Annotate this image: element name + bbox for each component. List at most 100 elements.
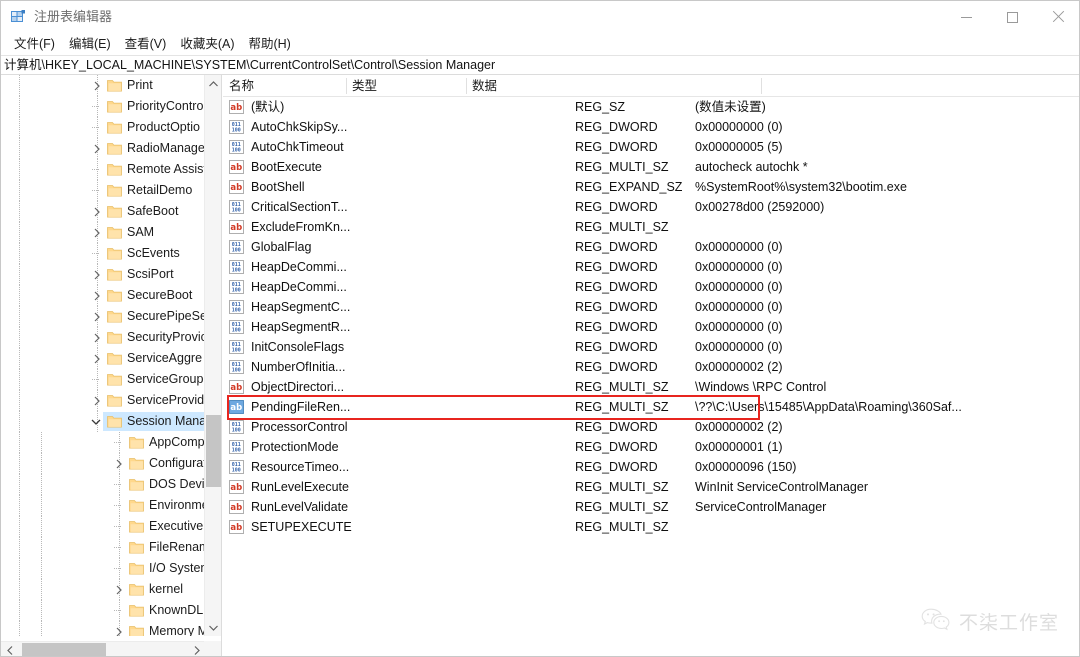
tree-item-retaildemo[interactable]: RetailDemo [1,180,205,201]
value-row[interactable]: 011 100 GlobalFlag REG_DWORD 0x00000000 (0) [223,237,1079,257]
tree-item-label: Executive [149,519,204,533]
value-row[interactable]: 011 100 ProtectionMode REG_DWORD 0x00000001 … [223,437,1079,457]
tree-expander-collapsed-icon[interactable] [89,306,105,327]
scroll-left-icon[interactable] [1,642,18,656]
value-row[interactable]: 011 100 InitConsoleFlags REG_DWORD 0x0000000… [223,337,1079,357]
value-name: HeapSegmentC... [251,300,351,314]
value-type: REG_DWORD [575,420,658,434]
tree-expander-collapsed-icon[interactable] [89,138,105,159]
column-divider-1[interactable] [346,78,347,94]
value-row[interactable]: ab (默认) REG_SZ (数值未设置) [223,97,1079,117]
tree-expander-collapsed-icon[interactable] [111,579,127,600]
value-row[interactable]: 011 100 AutoChkSkipSy... REG_DWORD 0x0000000… [223,117,1079,137]
tree-item-prioritycontro[interactable]: PriorityContro [1,96,205,117]
column-header-data[interactable]: 数据 [466,75,761,97]
tree-item-servicegroup[interactable]: ServiceGroup [1,369,205,390]
tree-hscroll-thumb[interactable] [22,643,106,656]
column-header-type[interactable]: 类型 [346,75,466,97]
value-row[interactable]: 011 100 AutoChkTimeout REG_DWORD 0x00000005 … [223,137,1079,157]
scroll-right-icon[interactable] [188,642,205,656]
value-row[interactable]: 011 100 HeapDeCommi... REG_DWORD 0x00000000 … [223,257,1079,277]
tree-vertical-scrollbar[interactable] [204,75,221,636]
tree-expander-collapsed-icon[interactable] [89,390,105,411]
tree-item-productoptio[interactable]: ProductOptio [1,117,205,138]
tree-item-safeboot[interactable]: SafeBoot [1,201,205,222]
tree-expander-collapsed-icon[interactable] [89,222,105,243]
column-divider-3[interactable] [761,78,762,94]
list-header: 名称 类型 数据 [223,75,1079,97]
tree-item-sam[interactable]: SAM [1,222,205,243]
tree-item-radiomanage[interactable]: RadioManage [1,138,205,159]
tree-expander-collapsed-icon[interactable] [89,327,105,348]
value-row[interactable]: 011 100 CriticalSectionT... REG_DWORD 0x0027… [223,197,1079,217]
tree-item-filerename[interactable]: FileRename [1,537,205,558]
close-button[interactable] [1035,1,1079,33]
tree-item-i-o-system[interactable]: I/O System [1,558,205,579]
menu-edit[interactable]: 编辑(E) [62,34,118,54]
tree-item-scsiport[interactable]: ScsiPort [1,264,205,285]
tree-horizontal-scrollbar[interactable] [1,641,205,656]
tree-expander-expanded-icon[interactable] [88,411,104,432]
minimize-button[interactable] [943,1,989,33]
menu-help[interactable]: 帮助(H) [241,34,297,54]
tree-expander-collapsed-icon[interactable] [111,621,127,636]
column-header-name[interactable]: 名称 [223,75,346,97]
tree-item-configurat[interactable]: Configurat [1,453,205,474]
value-data: \Windows \RPC Control [695,380,827,394]
folder-icon [129,457,144,470]
tree-guide-line [19,243,20,264]
dword-value-icon: 011 100 [229,460,244,474]
address-bar[interactable]: 计算机\HKEY_LOCAL_MACHINE\SYSTEM\CurrentCon… [1,55,1079,75]
value-row[interactable]: ab RunLevelExecute REG_MULTI_SZ WinInit Ser… [223,477,1079,497]
tree-expander-collapsed-icon[interactable] [111,453,127,474]
tree-item-appcompa[interactable]: AppCompa [1,432,205,453]
value-row[interactable]: 011 100 HeapSegmentC... REG_DWORD 0x00000000… [223,297,1079,317]
tree-item-kernel[interactable]: kernel [1,579,205,600]
tree-expander-collapsed-icon[interactable] [89,285,105,306]
value-type: REG_DWORD [575,120,658,134]
tree-item-executive[interactable]: Executive [1,516,205,537]
tree-item-dos-device[interactable]: DOS Device [1,474,205,495]
value-row[interactable]: 011 100 HeapDeCommi... REG_DWORD 0x00000000 … [223,277,1079,297]
tree-item-secureboot[interactable]: SecureBoot [1,285,205,306]
string-value-icon: ab [229,180,244,194]
tree-expander-collapsed-icon[interactable] [89,201,105,222]
value-row[interactable]: ab BootShell REG_EXPAND_SZ %SystemRoot%\sys… [223,177,1079,197]
value-row[interactable]: ab ObjectDirectori... REG_MULTI_SZ \Windows… [223,377,1079,397]
value-row[interactable]: ab PendingFileRen... REG_MULTI_SZ \??\C:\Us… [223,397,1079,417]
tree-item-scevents[interactable]: ScEvents [1,243,205,264]
value-row[interactable]: ab BootExecute REG_MULTI_SZ autocheck autoc… [223,157,1079,177]
tree-item-knowndlls[interactable]: KnownDLLs [1,600,205,621]
value-type: REG_DWORD [575,300,658,314]
tree-item-session-mana[interactable]: Session Mana [1,411,205,432]
value-row[interactable]: 011 100 NumberOfInitia... REG_DWORD 0x000000… [223,357,1079,377]
value-row[interactable]: 011 100 HeapSegmentR... REG_DWORD 0x00000000… [223,317,1079,337]
scroll-up-icon[interactable] [205,75,221,92]
value-row[interactable]: ab SETUPEXECUTE REG_MULTI_SZ [223,517,1079,537]
value-row[interactable]: ab ExcludeFromKn... REG_MULTI_SZ [223,217,1079,237]
tree-item-securepipeser[interactable]: SecurePipeSer [1,306,205,327]
value-row[interactable]: ab RunLevelValidate REG_MULTI_SZ ServiceCon… [223,497,1079,517]
menu-file[interactable]: 文件(F) [7,34,62,54]
tree-item-securityprovic[interactable]: SecurityProvic [1,327,205,348]
tree-expander-collapsed-icon[interactable] [89,348,105,369]
maximize-button[interactable] [989,1,1035,33]
dword-value-icon: 011 100 [229,240,244,254]
tree-item-memory-m[interactable]: Memory M [1,621,205,636]
tree-item-print[interactable]: Print [1,75,205,96]
column-divider-2[interactable] [466,78,467,94]
value-row[interactable]: 011 100 ResourceTimeo... REG_DWORD 0x0000009… [223,457,1079,477]
value-row[interactable]: 011 100 ProcessorControl REG_DWORD 0x0000000… [223,417,1079,437]
tree-item-environmen[interactable]: Environmen [1,495,205,516]
tree-scroll-thumb[interactable] [206,415,221,487]
tree-viewport: Print PriorityContro ProductOptio RadioMana… [1,75,205,636]
scroll-down-icon[interactable] [205,619,221,636]
menu-view[interactable]: 查看(V) [118,34,174,54]
tree-item-remote-assist[interactable]: Remote Assist [1,159,205,180]
tree-expander-collapsed-icon[interactable] [89,75,105,96]
tree-expander-collapsed-icon[interactable] [89,264,105,285]
value-type: REG_DWORD [575,280,658,294]
tree-item-serviceprovid[interactable]: ServiceProvid [1,390,205,411]
menu-favorites[interactable]: 收藏夹(A) [173,34,241,54]
tree-item-serviceaggre[interactable]: ServiceAggre [1,348,205,369]
